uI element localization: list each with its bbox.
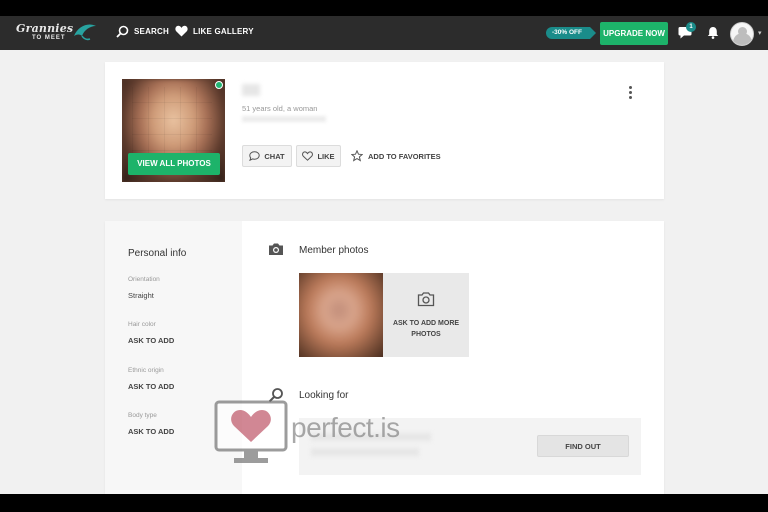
- top-navbar: Grannies TO MEET SEARCH LIKE GALLERY -30…: [0, 16, 768, 50]
- user-avatar[interactable]: [730, 22, 754, 46]
- ask-to-add-photos-button[interactable]: ASK TO ADD MORE PHOTOS: [383, 273, 469, 357]
- heart-outline-icon: [302, 151, 314, 161]
- site-logo[interactable]: Grannies TO MEET: [16, 22, 98, 44]
- ask-to-add-photos-label: ASK TO ADD MORE PHOTOS: [392, 320, 460, 338]
- like-button-label: LIKE: [317, 151, 335, 161]
- orientation-value: Straight: [128, 291, 154, 300]
- ethnic-origin-label: Ethnic origin: [128, 367, 164, 374]
- camera-icon: [269, 243, 283, 255]
- watermark: perfect.is: [214, 400, 424, 470]
- more-options-icon[interactable]: [627, 86, 633, 101]
- nav-like-gallery-link[interactable]: LIKE GALLERY: [175, 25, 254, 37]
- member-photo-thumbnail[interactable]: [299, 273, 383, 357]
- profile-header-card: VIEW ALL PHOTOS 51 years old, a woman CH…: [105, 62, 664, 199]
- member-photo-blurred: [299, 273, 383, 357]
- nav-search-link[interactable]: SEARCH: [116, 25, 169, 38]
- chat-button-label: CHAT: [264, 151, 285, 161]
- profile-age-gender: 51 years old, a woman: [242, 104, 318, 113]
- online-status-indicator: [215, 81, 223, 89]
- messages-count-badge: 1: [686, 22, 696, 32]
- member-photos-title: Member photos: [299, 245, 369, 256]
- orientation-label: Orientation: [128, 276, 160, 283]
- ethnic-origin-ask-link[interactable]: ASK TO ADD: [128, 382, 174, 391]
- heart-monitor-logo-icon: [214, 400, 288, 463]
- body-type-ask-link[interactable]: ASK TO ADD: [128, 427, 174, 436]
- upgrade-now-button[interactable]: UPGRADE NOW: [600, 22, 668, 45]
- search-icon: [116, 25, 129, 38]
- nav-search-label: SEARCH: [134, 27, 169, 36]
- camera-outline-icon: [417, 292, 435, 307]
- discount-badge: -30% OFF: [546, 27, 596, 39]
- dolphin-icon: [74, 24, 96, 41]
- hair-color-label: Hair color: [128, 321, 156, 328]
- browser-viewport: Grannies TO MEET SEARCH LIKE GALLERY -30…: [0, 16, 768, 494]
- chevron-down-icon[interactable]: ▾: [758, 29, 762, 37]
- personal-info-title: Personal info: [128, 248, 187, 259]
- view-all-photos-button[interactable]: VIEW ALL PHOTOS: [128, 153, 220, 175]
- nav-like-gallery-label: LIKE GALLERY: [193, 26, 254, 36]
- chat-button[interactable]: CHAT: [242, 145, 292, 167]
- profile-photo-pixelation: [132, 87, 212, 159]
- logo-title: Grannies: [16, 22, 74, 35]
- bell-icon[interactable]: [707, 26, 719, 39]
- favorites-label: ADD TO FAVORITES: [368, 151, 441, 161]
- find-out-button[interactable]: FIND OUT: [537, 435, 629, 457]
- hair-color-ask-link[interactable]: ASK TO ADD: [128, 336, 174, 345]
- heart-icon: [175, 25, 188, 37]
- profile-location-redacted: [242, 116, 326, 122]
- add-to-favorites-button[interactable]: ADD TO FAVORITES: [351, 150, 441, 162]
- star-icon: [351, 150, 363, 162]
- watermark-text: perfect.is: [291, 412, 400, 443]
- logo-subtitle: TO MEET: [32, 35, 66, 41]
- body-type-label: Body type: [128, 412, 157, 419]
- chat-bubble-icon: [249, 151, 261, 161]
- like-button[interactable]: LIKE: [296, 145, 341, 167]
- profile-name-redacted: [242, 84, 260, 96]
